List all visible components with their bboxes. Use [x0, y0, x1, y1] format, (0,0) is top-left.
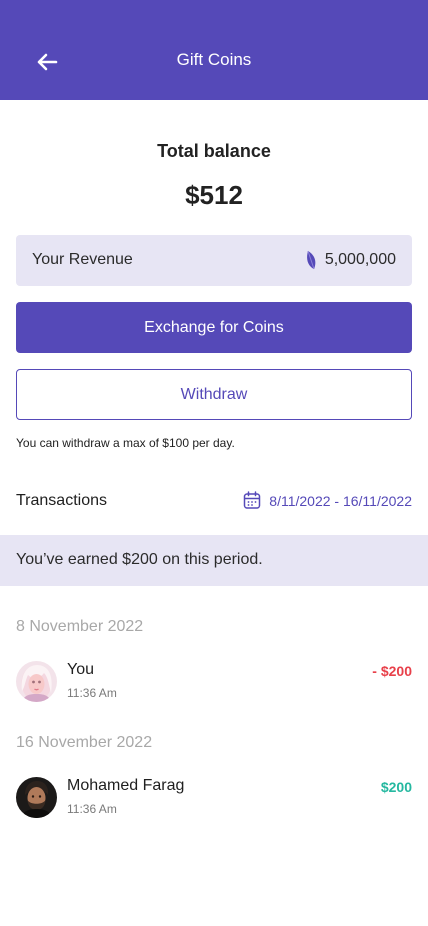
- transaction-time: 11:36 Am: [67, 802, 117, 816]
- coin-feather-icon: [306, 250, 316, 270]
- transaction-name: You: [67, 661, 94, 678]
- page-title: Gift Coins: [176, 50, 252, 69]
- date-range-picker[interactable]: 8/11/2022 - 16/11/2022: [243, 491, 412, 510]
- withdraw-limit-note: You can withdraw a max of $100 per day.: [16, 436, 235, 450]
- revenue-amount-group: 5,000,000: [305, 250, 396, 270]
- transaction-row[interactable]: You 11:36 Am - $200: [16, 661, 412, 705]
- transaction-row[interactable]: Mohamed Farag 11:36 Am $200: [16, 777, 412, 821]
- date-group-header: 16 November 2022: [16, 734, 153, 751]
- balance-label: Total balance: [157, 141, 271, 161]
- transaction-name: Mohamed Farag: [67, 777, 185, 794]
- transaction-amount: $200: [380, 779, 412, 795]
- revenue-card: Your Revenue 5,000,000: [16, 235, 412, 286]
- date-range-text: 8/11/2022 - 16/11/2022: [269, 492, 412, 509]
- calendar-icon: [244, 491, 261, 509]
- transaction-amount: - $200: [372, 663, 412, 679]
- date-group-header: 8 November 2022: [16, 618, 144, 635]
- avatar: [16, 661, 57, 702]
- balance-value: $512: [185, 180, 243, 210]
- revenue-amount: 5,000,000: [324, 251, 396, 268]
- transactions-title: Transactions: [16, 492, 107, 509]
- earned-text: You’ve earned $200 on this period.: [16, 551, 263, 568]
- avatar: [16, 777, 57, 818]
- earned-banner: You’ve earned $200 on this period.: [0, 535, 428, 586]
- transaction-time: 11:36 Am: [67, 686, 117, 700]
- exchange-coins-button[interactable]: Exchange for Coins: [16, 302, 412, 353]
- app-header: Gift Coins: [0, 0, 428, 100]
- revenue-label: Your Revenue: [32, 251, 133, 268]
- withdraw-button[interactable]: Withdraw: [16, 369, 412, 420]
